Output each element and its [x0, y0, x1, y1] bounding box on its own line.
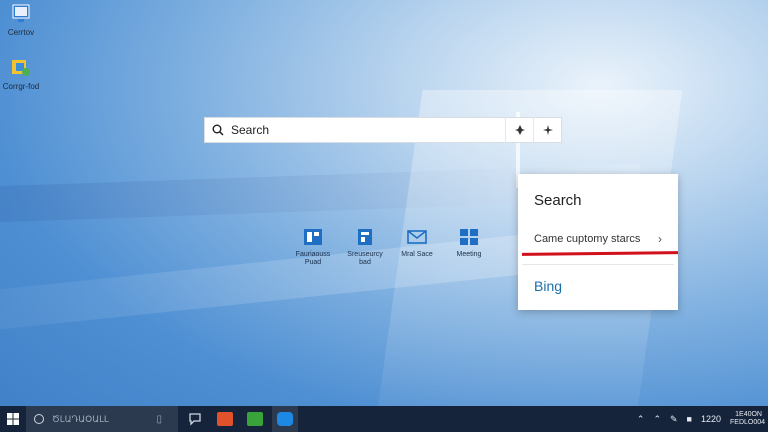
flyout-suggestion[interactable]: Came cuptomy starcs ›: [524, 226, 674, 252]
app-tile[interactable]: Meeting: [448, 228, 490, 267]
clock-line2: FEDLO004: [730, 419, 766, 426]
taskbar-search-text: ԾԼԱԴԱՕԱԼԼ: [52, 413, 109, 424]
desktop-icon[interactable]: Corrgr-fod: [0, 58, 44, 91]
desktop-icon-label: Cerrtov: [7, 28, 35, 37]
taskbar-search-cursor: ▯: [156, 413, 162, 425]
office-icon: [217, 412, 233, 426]
app-label: Fauriaouss Puad: [295, 251, 331, 266]
chevron-up-icon[interactable]: ⌃: [637, 414, 645, 425]
options-icon[interactable]: [533, 117, 561, 143]
taskbar-app-browser[interactable]: [272, 406, 298, 432]
chevron-right-icon: ›: [658, 232, 662, 246]
flyout-suggestion-label: Came cuptomy starcs: [534, 233, 641, 245]
network-icon[interactable]: ⌃: [653, 414, 661, 425]
windows-icon: [459, 228, 479, 246]
clock-line1: 1E40ON: [735, 411, 762, 418]
cortana-icon: [34, 414, 44, 424]
windows-logo-icon: [7, 413, 19, 425]
tray-time: 1220: [700, 414, 721, 424]
mail-icon: [407, 228, 427, 246]
app-label: Mral Sace: [401, 251, 433, 258]
media-icon: [247, 412, 263, 426]
divider: [522, 264, 674, 265]
app-tile[interactable]: Fauriaouss Puad: [292, 228, 334, 267]
app-icon: [355, 228, 375, 246]
taskbar: ԾԼԱԴԱՕԱԼԼ ▯ ⌃ ⌃ ✎ ■ 1220 1E40ON FEDLO004: [0, 406, 768, 432]
taskbar-search-box[interactable]: ԾԼԱԴԱՕԱԼԼ ▯: [26, 406, 178, 432]
app-tile[interactable]: Sreuseurcy bad: [344, 228, 386, 267]
pen-icon[interactable]: ✎: [670, 414, 678, 425]
app-icon: [303, 228, 323, 246]
search-icon: [205, 124, 231, 136]
search-bar[interactable]: [204, 117, 562, 143]
desktop-icon[interactable]: Cerrtov: [0, 4, 44, 37]
taskbar-app-media[interactable]: [242, 406, 268, 432]
app-label: Meeting: [456, 251, 482, 258]
app-label: Sreuseurcy bad: [347, 251, 383, 266]
annotation-underline: [521, 251, 679, 256]
search-flyout: Search Came cuptomy starcs › Bing: [518, 174, 679, 310]
flyout-title: Search: [534, 192, 582, 209]
start-button[interactable]: [0, 406, 26, 432]
bing-link[interactable]: Bing: [534, 278, 562, 294]
chat-icon: [189, 413, 201, 426]
app-tile[interactable]: Mral Sace: [396, 228, 438, 267]
browser-icon: [277, 412, 293, 426]
system-tray: ⌃ ⌃ ✎ ■ 1220 1E40ON FEDLO004: [637, 411, 768, 427]
search-input[interactable]: [231, 123, 505, 137]
clock[interactable]: 1E40ON FEDLO004: [730, 411, 766, 427]
taskbar-app-office[interactable]: [212, 406, 238, 432]
app-shortcut-icon: [10, 58, 32, 78]
taskbar-app-chat[interactable]: [182, 406, 208, 432]
folder-monitor-icon: [10, 4, 32, 24]
desktop-icon-label: Corrgr-fod: [2, 82, 40, 91]
pin-icon[interactable]: [505, 117, 533, 143]
folder-icon[interactable]: ■: [687, 414, 692, 424]
app-list: Fauriaouss Puad Sreuseurcy bad Mral Sace…: [292, 228, 490, 267]
